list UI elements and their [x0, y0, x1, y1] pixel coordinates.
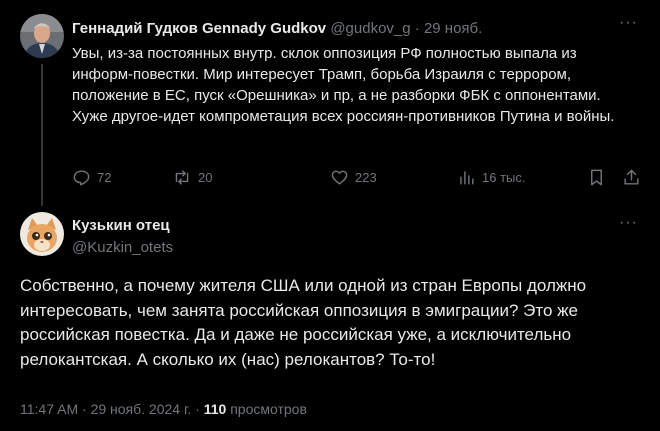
tweet-text: Собственно, а почему жителя США или одно…: [20, 276, 587, 369]
header-separator: ·: [414, 20, 420, 37]
bookmark-icon: [591, 169, 602, 186]
avatar-portrait-icon: [20, 14, 64, 58]
tweet-time[interactable]: 11:47 AM: [20, 401, 78, 417]
meta-separator: ·: [82, 401, 87, 417]
more-options-icon[interactable]: ···: [619, 214, 638, 232]
author-name[interactable]: Кузькин отец: [72, 217, 170, 234]
share-button[interactable]: [622, 168, 641, 187]
tweet-actions: 72 20 223 16 тыс.: [72, 168, 644, 192]
tweet-meta: 11:47 AM · 29 нояб. 2024 г. · 110 просмо…: [20, 401, 307, 417]
reply-button[interactable]: 72: [72, 168, 111, 187]
author-name[interactable]: Геннадий Гудков Gennady Gudkov: [72, 20, 326, 37]
avatar-kuzkin[interactable]: [20, 212, 64, 256]
tweet-text: Увы, из-за постоянных внутр. склок оппоз…: [72, 45, 615, 125]
like-count: 223: [355, 170, 377, 185]
meta-separator: ·: [195, 401, 200, 417]
heart-icon: [331, 170, 348, 185]
analytics-icon: [460, 171, 474, 185]
avatar-gudkov[interactable]: [20, 14, 64, 58]
view-count: 16 тыс.: [482, 170, 526, 185]
repost-button[interactable]: 20: [172, 168, 212, 187]
parent-tweet-header: Геннадий Гудков Gennady Gudkov @gudkov_g…: [72, 20, 482, 37]
avatar-cat-icon: [20, 212, 64, 256]
more-options-icon[interactable]: ···: [619, 14, 638, 32]
repost-count: 20: [198, 170, 213, 185]
views-count: 110: [203, 401, 227, 417]
thread-connector-line: [41, 64, 43, 206]
reply-icon: [73, 170, 90, 186]
reply-count: 72: [97, 170, 112, 185]
author-handle[interactable]: @gudkov_g: [330, 20, 410, 37]
author-handle[interactable]: @Kuzkin_otets: [72, 239, 173, 256]
views-label: просмотров: [230, 401, 307, 417]
share-icon: [624, 169, 639, 185]
views-button[interactable]: 16 тыс.: [457, 168, 525, 187]
bookmark-button[interactable]: [587, 168, 606, 187]
like-button[interactable]: 223: [330, 168, 377, 187]
repost-icon: [175, 170, 189, 185]
tweet-date[interactable]: 29 нояб. 2024 г.: [91, 401, 192, 417]
tweet-date[interactable]: 29 нояб.: [424, 20, 482, 37]
